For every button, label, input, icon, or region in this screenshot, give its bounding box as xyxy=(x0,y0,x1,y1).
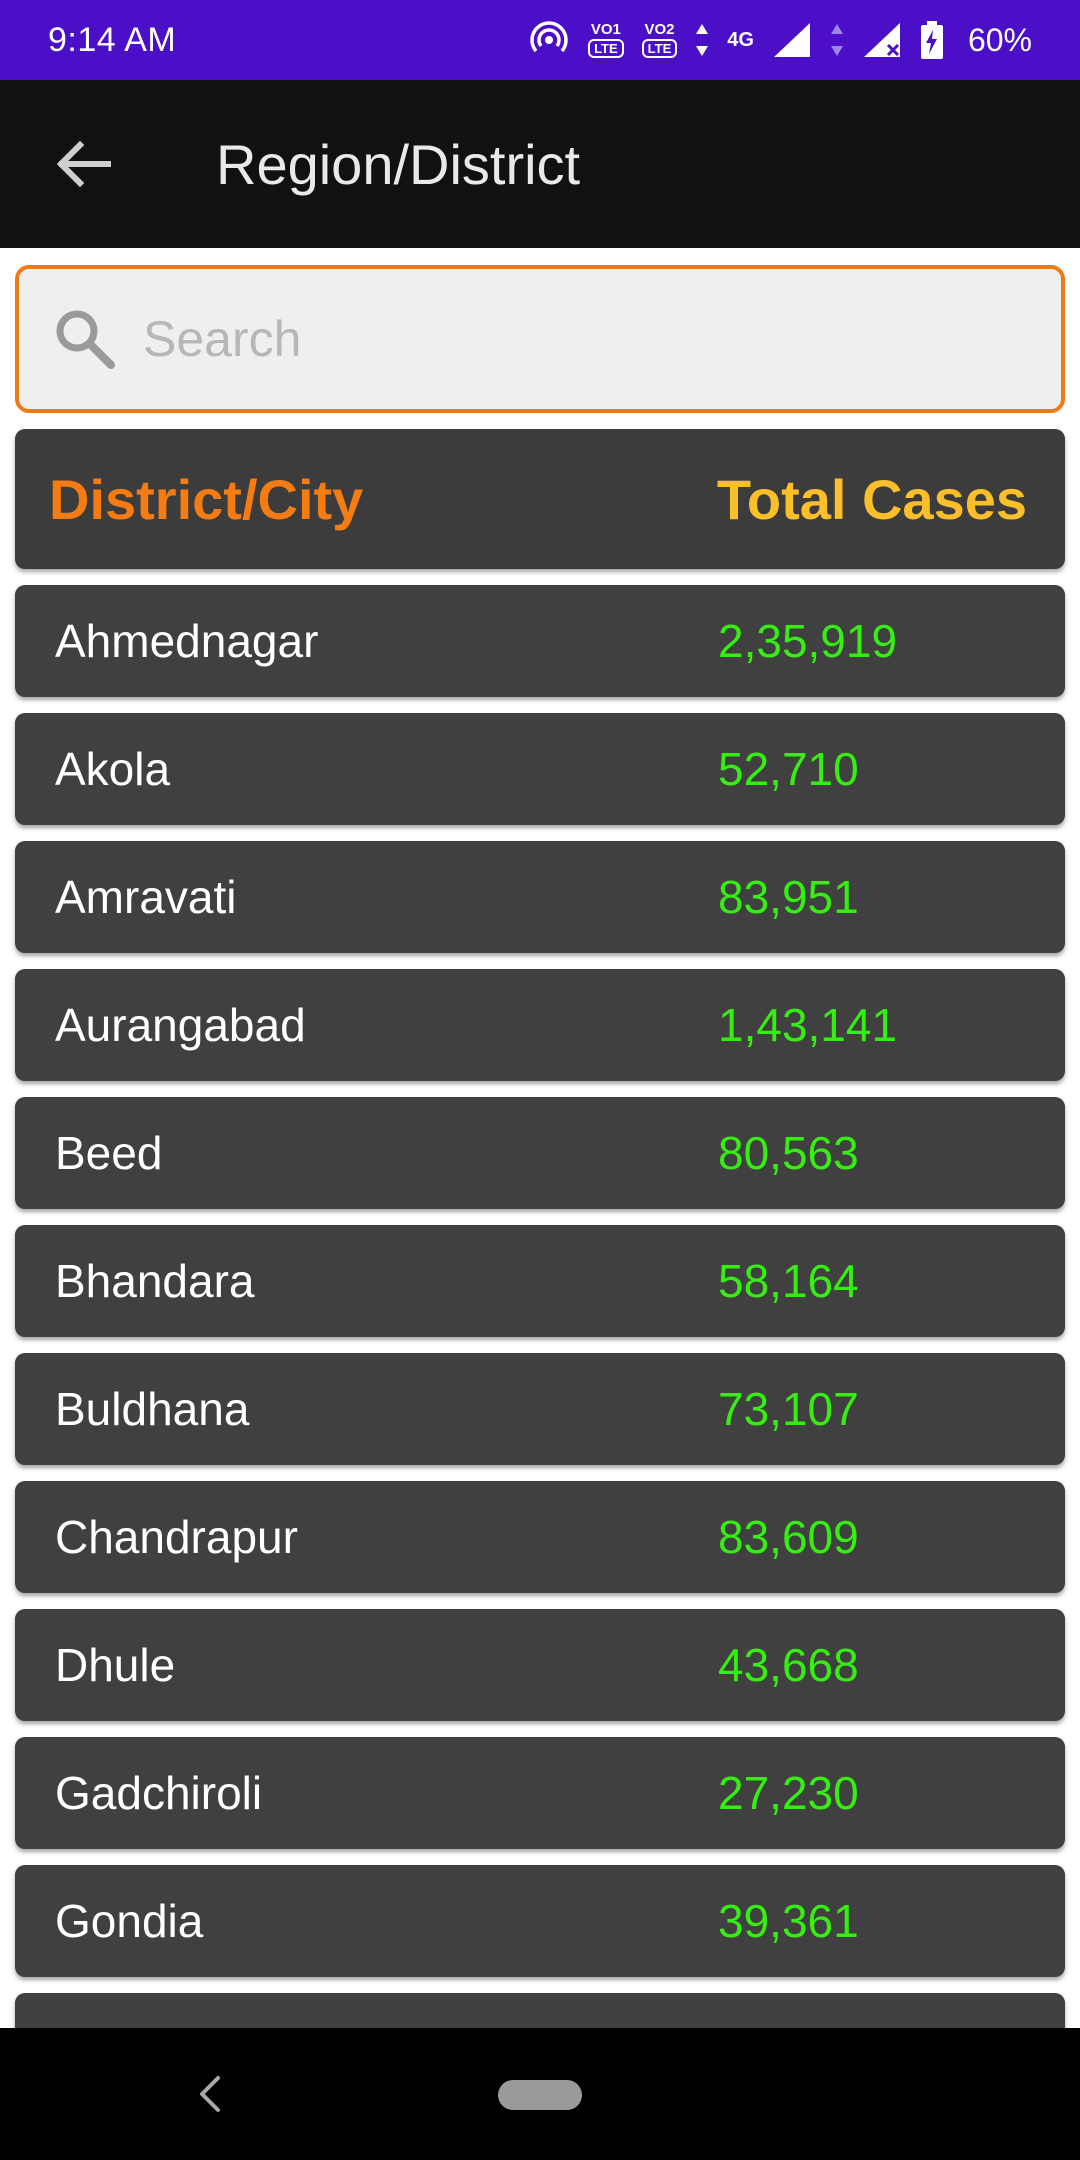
back-button[interactable] xyxy=(0,80,168,248)
sim2-volte-icon: VO2 LTE xyxy=(641,21,678,58)
district-name: Ahmednagar xyxy=(55,615,319,667)
header-district: District/City xyxy=(49,467,364,531)
navigation-bar xyxy=(0,2028,1080,2160)
sim1-num: 1 xyxy=(612,21,621,38)
status-bar: 9:14 AM VO1 LTE VO2 LTE 4G 60% xyxy=(0,0,1080,80)
table-row[interactable]: Aurangabad 1,43,141 xyxy=(15,969,1065,1081)
sim1-label: VO xyxy=(590,21,613,38)
district-name: Beed xyxy=(55,1127,163,1179)
sim2-label: VO xyxy=(644,21,667,38)
battery-charging-icon xyxy=(920,21,943,59)
page-title: Region/District xyxy=(216,132,581,196)
table-row[interactable]: Akola 52,710 xyxy=(15,713,1065,825)
total-cases-value: 27,230 xyxy=(718,1767,859,1819)
total-cases-value: 83,951 xyxy=(718,871,859,923)
district-name: Buldhana xyxy=(55,1383,250,1435)
total-cases-value: 52,710 xyxy=(718,743,859,795)
battery-percent: 60% xyxy=(967,21,1032,58)
district-name: Amravati xyxy=(55,871,237,923)
district-list[interactable]: Ahmednagar 2,35,919 Akola 52,710 Amravat… xyxy=(15,585,1065,2028)
sim1-lte: LTE xyxy=(588,39,624,58)
search-box[interactable] xyxy=(15,265,1065,413)
district-name: Chandrapur xyxy=(55,1511,298,1563)
total-cases-value: 43,668 xyxy=(718,1639,859,1691)
district-name: Dhule xyxy=(55,1639,176,1691)
district-name: Gondia xyxy=(55,1895,204,1947)
total-cases-value: 39,361 xyxy=(718,1895,859,1947)
status-icons: VO1 LTE VO2 LTE 4G 60% xyxy=(528,19,1032,61)
table-row[interactable]: Gadchiroli 27,230 xyxy=(15,1737,1065,1849)
table-row[interactable]: Beed 80,563 xyxy=(15,1097,1065,1209)
table-row[interactable]: Dhule 43,668 xyxy=(15,1609,1065,1721)
header-total-cases: Total Cases xyxy=(716,467,1027,531)
data-arrows-icon xyxy=(696,24,709,56)
table-header: District/City Total Cases xyxy=(15,429,1065,569)
table-row[interactable]: Bhandara 58,164 xyxy=(15,1225,1065,1337)
sim1-volte-icon: VO1 LTE xyxy=(588,22,624,58)
content-area[interactable]: District/City Total Cases Ahmednagar 2,3… xyxy=(0,248,1080,2028)
status-time: 9:14 AM xyxy=(48,20,177,59)
app-bar: Region/District xyxy=(0,80,1080,248)
total-cases-value: 73,107 xyxy=(718,1383,859,1435)
district-name: Bhandara xyxy=(55,1255,255,1307)
network-type: 4G xyxy=(727,29,754,51)
table-row[interactable]: Ahmednagar 2,35,919 xyxy=(15,585,1065,697)
arrow-left-icon xyxy=(56,140,111,188)
table-row[interactable]: Buldhana 73,107 xyxy=(15,1353,1065,1465)
search-input[interactable] xyxy=(143,310,993,368)
total-cases-value: 80,563 xyxy=(718,1127,859,1179)
total-cases-value: 1,43,141 xyxy=(718,999,898,1051)
table-row[interactable] xyxy=(15,1993,1065,2028)
table-row[interactable]: Amravati 83,951 xyxy=(15,841,1065,953)
table-row[interactable]: Gondia 39,361 xyxy=(15,1865,1065,1977)
district-name: Gadchiroli xyxy=(55,1767,263,1819)
district-name: Akola xyxy=(55,743,171,795)
search-icon xyxy=(56,310,115,369)
signal-no-service-icon xyxy=(863,23,900,57)
district-name: Aurangabad xyxy=(55,999,306,1051)
sim2-num: 2 xyxy=(666,21,675,38)
hotspot-icon xyxy=(530,21,568,53)
table-row[interactable]: Chandrapur 83,609 xyxy=(15,1481,1065,1593)
nav-home-button[interactable] xyxy=(498,2080,582,2110)
total-cases-value: 2,35,919 xyxy=(718,615,898,667)
data-arrows-icon-2 xyxy=(830,24,843,56)
sim2-lte: LTE xyxy=(641,39,678,58)
nav-back-icon[interactable] xyxy=(190,2068,230,2120)
total-cases-value: 83,609 xyxy=(718,1511,859,1563)
total-cases-value: 58,164 xyxy=(718,1255,859,1307)
signal-icon xyxy=(773,23,810,57)
